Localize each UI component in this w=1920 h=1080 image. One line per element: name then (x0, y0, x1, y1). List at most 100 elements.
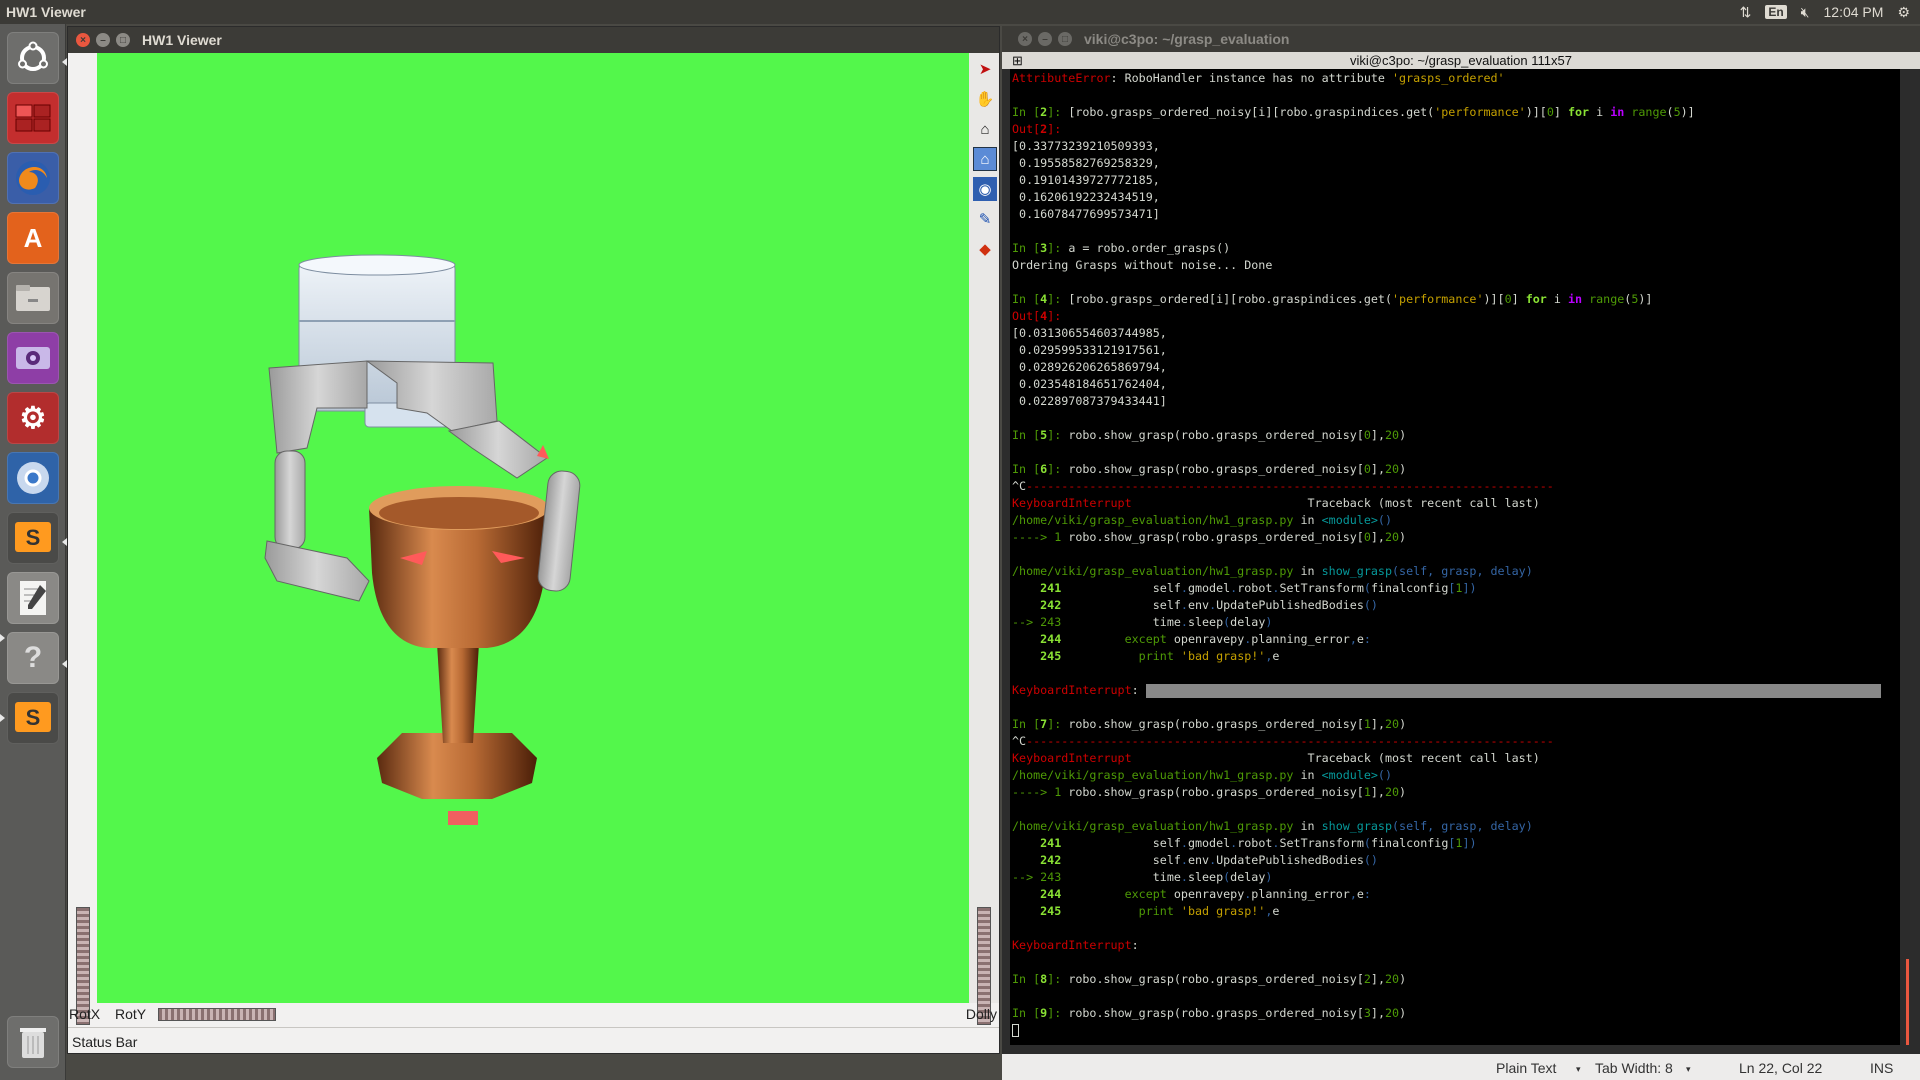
terminal-line: /home/viki/grasp_evaluation/hw1_grasp.py… (1012, 819, 1533, 833)
transfer-arrows-icon[interactable]: ⇅ (1740, 4, 1752, 21)
terminal-line: 0.19558582769258329, (1012, 156, 1160, 170)
firefox-icon[interactable] (7, 152, 59, 204)
robot-hand-scene (264, 254, 581, 825)
terminal-tab[interactable]: ⊞ viki@c3po: ~/grasp_evaluation 111x57 (1002, 52, 1920, 69)
terminal-cursor (1012, 1022, 1900, 1039)
files-icon[interactable] (7, 272, 59, 324)
3d-viewport[interactable] (97, 53, 969, 1003)
terminal-line: In [4]: [robo.grasps_ordered[i][robo.gra… (1012, 292, 1653, 306)
chromium-icon[interactable] (7, 452, 59, 504)
viewer-titlebar[interactable]: × – □ HW1 Viewer (68, 27, 999, 53)
active-app-title: HW1 Viewer (6, 4, 86, 20)
dolly-label: Dolly (965, 1006, 997, 1022)
select-arrow-icon[interactable]: ➤ (973, 57, 997, 81)
terminal-line: 0.19101439727772185, (1012, 173, 1160, 187)
close-icon[interactable]: × (76, 33, 90, 47)
language-mode[interactable]: Plain Text (1496, 1060, 1556, 1076)
svg-text:S: S (26, 525, 41, 550)
text-editor-icon[interactable] (7, 572, 59, 624)
minimize-icon[interactable]: – (96, 33, 110, 47)
scrollbar-thumb[interactable] (1906, 959, 1909, 1045)
terminal-line: 244 except openravepy.planning_error,e: (1012, 887, 1371, 901)
terminal-line: 245 print 'bad grasp!',e (1012, 904, 1280, 918)
set-home-icon[interactable]: ⌂ (973, 147, 997, 171)
terminal-line: 0.022897087379433441] (1012, 394, 1167, 408)
terminal-line: ----> 1 robo.show_grasp(robo.grasps_orde… (1012, 785, 1407, 799)
software-center-icon[interactable]: A (7, 212, 59, 264)
terminal-line: 245 print 'bad grasp!',e (1012, 649, 1280, 663)
new-tab-icon[interactable]: ⊞ (1012, 53, 1023, 69)
svg-text:S: S (26, 705, 41, 730)
terminal-line: In [3]: a = robo.order_grasps() (1012, 241, 1231, 255)
help-icon[interactable]: ? (7, 632, 59, 684)
terminal-line: ^C--------------------------------------… (1012, 734, 1554, 748)
terminal-line: In [6]: robo.show_grasp(robo.grasps_orde… (1012, 462, 1407, 476)
terminal-line: KeyboardInterrupt Traceback (most recent… (1012, 496, 1540, 510)
terminal-line: 241 self.gmodel.robot.SetTransform(final… (1012, 581, 1477, 595)
keyboard-layout-indicator[interactable]: En (1765, 5, 1787, 19)
sublime-text-2-icon[interactable]: S (7, 692, 59, 744)
workspace-switcher-icon[interactable] (7, 92, 59, 144)
terminal-line: /home/viki/grasp_evaluation/hw1_grasp.py… (1012, 564, 1533, 578)
volume-muted-icon[interactable]: 🔇︎ (1801, 4, 1810, 21)
terminal-line: KeyboardInterrupt Traceback (most recent… (1012, 751, 1540, 765)
maximize-icon[interactable]: □ (1058, 32, 1072, 46)
terminal-title: viki@c3po: ~/grasp_evaluation (1084, 31, 1290, 47)
home-icon[interactable]: ⌂ (973, 117, 997, 141)
terminal-line: Out[4]: (1012, 309, 1062, 323)
terminal-line: 0.028926206265869794, (1012, 360, 1167, 374)
seek-icon[interactable]: ✎ (973, 207, 997, 231)
clock[interactable]: 12:04 PM (1824, 4, 1884, 20)
viewer-window: × – □ HW1 Viewer ➤ ✋ ⌂ ⌂ ◉ ✎ ◆ RotX RotY… (67, 26, 1000, 1054)
terminal-line: In [9]: robo.show_grasp(robo.grasps_orde… (1012, 1006, 1407, 1020)
minimize-icon[interactable]: – (1038, 32, 1052, 46)
roty-label: RotY (115, 1006, 147, 1022)
hand-icon[interactable]: ✋ (973, 87, 997, 111)
terminal-line: AttributeError: RoboHandler instance has… (1012, 71, 1505, 85)
terminal-line: ----> 1 robo.show_grasp(robo.grasps_orde… (1012, 530, 1407, 544)
sublime-text-icon[interactable]: S (7, 512, 59, 564)
chevron-down-icon[interactable]: ▾ (1686, 1064, 1691, 1075)
trash-icon[interactable] (7, 1016, 59, 1068)
terminal-line: In [5]: robo.show_grasp(robo.grasps_orde… (1012, 428, 1407, 442)
view-all-icon[interactable]: ◉ (973, 177, 997, 201)
close-icon[interactable]: × (1018, 32, 1032, 46)
gedit-statusbar: Plain Text ▾ Tab Width: 8 ▾ Ln 22, Col 2… (1002, 1054, 1920, 1080)
terminal-scrollbar[interactable] (1900, 69, 1920, 1045)
terminal-output[interactable]: AttributeError: RoboHandler instance has… (1010, 69, 1900, 1045)
roty-wheel[interactable] (158, 1008, 276, 1021)
maximize-icon[interactable]: □ (116, 33, 130, 47)
top-panel: HW1 Viewer ⇅ En 🔇︎ 12:04 PM ⚙ (0, 0, 1920, 24)
chevron-down-icon[interactable]: ▾ (1576, 1064, 1581, 1075)
terminal-line: /home/viki/grasp_evaluation/hw1_grasp.py… (1012, 513, 1392, 527)
terminal-line: KeyboardInterrupt: (1012, 682, 1900, 699)
terminal-line: [0.031306554603744985, (1012, 326, 1167, 340)
terminal-line: ^C--------------------------------------… (1012, 479, 1554, 493)
ubuntu-dash-icon[interactable] (7, 32, 59, 84)
terminal-line: 0.029599533121917561, (1012, 343, 1167, 357)
rotx-label: RotX (69, 1006, 101, 1022)
perspective-icon[interactable]: ◆ (973, 237, 997, 261)
terminal-tab-title: viki@c3po: ~/grasp_evaluation 111x57 (1350, 53, 1572, 68)
system-settings-icon[interactable]: ⚙ (7, 392, 59, 444)
shotwell-icon[interactable] (7, 332, 59, 384)
viewer-title: HW1 Viewer (142, 32, 222, 48)
terminal-line: 0.023548184651762404, (1012, 377, 1167, 391)
system-tray: ⇅ En 🔇︎ 12:04 PM ⚙ (1740, 4, 1920, 21)
terminal-line: --> 243 time.sleep(delay) (1012, 870, 1273, 884)
terminal-line: KeyboardInterrupt: (1012, 938, 1139, 952)
tab-width[interactable]: Tab Width: 8 (1595, 1060, 1673, 1076)
terminal-line: Out[2]: (1012, 122, 1062, 136)
gear-icon[interactable]: ⚙ (1897, 4, 1910, 21)
viewer-toolbar: ➤ ✋ ⌂ ⌂ ◉ ✎ ◆ (969, 53, 999, 1025)
terminal-titlebar[interactable]: × – □ viki@c3po: ~/grasp_evaluation (1002, 26, 1920, 52)
terminal-line: 242 self.env.UpdatePublishedBodies() (1012, 853, 1378, 867)
